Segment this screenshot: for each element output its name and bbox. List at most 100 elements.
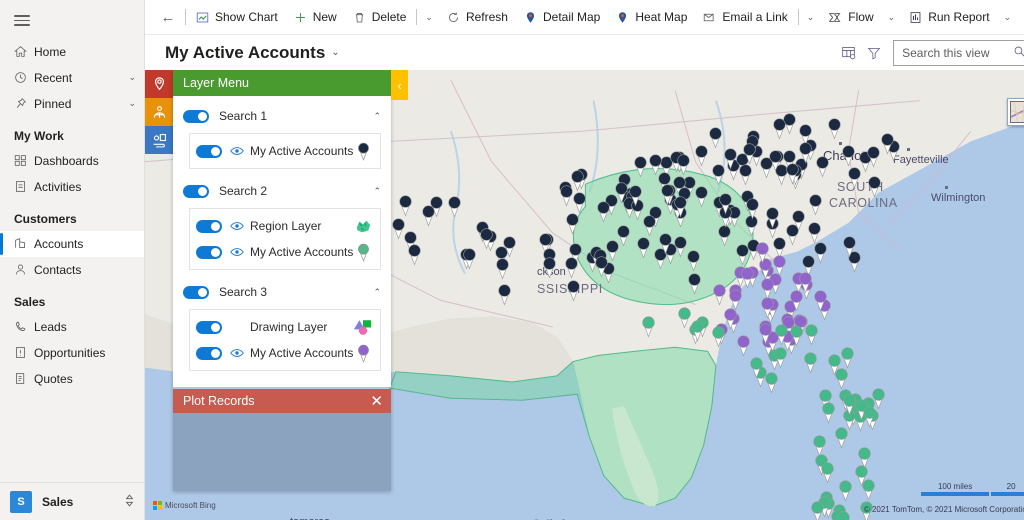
map-pin[interactable] (826, 353, 842, 375)
map-pin[interactable] (826, 117, 842, 139)
map-pin[interactable] (717, 192, 737, 219)
run-report-caret-icon[interactable]: ⌄ (998, 0, 1018, 35)
map-pin[interactable] (737, 163, 758, 191)
map-pin[interactable] (595, 200, 615, 227)
sidebar-item-contacts[interactable]: Contacts (0, 257, 144, 283)
map-pin[interactable] (819, 461, 837, 485)
site-map-toggle[interactable] (0, 0, 144, 39)
map-pin[interactable] (406, 243, 425, 269)
map-pin[interactable] (672, 195, 688, 217)
search-group-1[interactable]: Search 1 ⌃ (183, 102, 381, 130)
map-pin[interactable] (693, 185, 711, 209)
map-pin[interactable] (820, 401, 840, 428)
email-a-link-button[interactable]: Email a Link (695, 0, 795, 35)
chevron-down-icon[interactable]: ⌄ (128, 98, 136, 109)
edit-columns-icon[interactable] (835, 40, 861, 66)
map-pin[interactable] (772, 346, 788, 368)
map-pin[interactable] (615, 224, 635, 251)
search-group-2[interactable]: Search 2 ⌃ (183, 177, 381, 205)
map-pin[interactable] (613, 181, 632, 207)
layer-row[interactable]: My Active Accounts (196, 340, 374, 366)
map-pin[interactable] (685, 249, 701, 270)
layer-menu-collapse-button[interactable]: ‹ (391, 70, 408, 100)
search-1-toggle[interactable] (183, 110, 209, 123)
map-pin[interactable] (802, 351, 818, 373)
map-pin[interactable] (565, 279, 583, 303)
map-pin[interactable] (853, 464, 870, 487)
page-title[interactable]: My Active Accounts (165, 43, 325, 63)
map-pin[interactable] (841, 235, 857, 257)
eye-icon[interactable] (230, 247, 244, 257)
map-pin[interactable] (563, 256, 581, 281)
chevron-up-icon[interactable]: ⌃ (373, 186, 381, 197)
eye-icon[interactable] (230, 348, 244, 358)
map-pin[interactable] (739, 266, 755, 288)
sidebar-item-recent[interactable]: Recent ⌄ (0, 65, 144, 91)
map-pin[interactable] (784, 162, 799, 183)
map-pin[interactable] (812, 289, 829, 312)
map-pin[interactable] (541, 256, 557, 277)
sidebar-item-quotes[interactable]: Quotes (0, 366, 144, 392)
map-pin[interactable] (558, 184, 574, 206)
map-pin[interactable] (865, 145, 883, 169)
map-pin[interactable] (866, 175, 884, 199)
layer-toggle[interactable] (196, 321, 222, 334)
sidebar-item-opportunities[interactable]: Opportunities (0, 340, 144, 366)
search-icon[interactable] (1013, 45, 1024, 61)
map-pin[interactable] (564, 212, 582, 236)
search-group-3[interactable]: Search 3 ⌃ (183, 278, 381, 306)
map-pin[interactable] (797, 271, 814, 294)
eye-icon[interactable] (230, 221, 244, 231)
map-pin[interactable] (764, 206, 781, 229)
people-tab[interactable] (145, 98, 173, 126)
area-switcher[interactable]: S Sales (0, 482, 144, 520)
map-pin[interactable] (686, 272, 707, 300)
map-pin[interactable] (710, 325, 728, 349)
new-button[interactable]: New (286, 0, 345, 35)
refresh-button[interactable]: Refresh (439, 0, 516, 35)
close-icon[interactable]: ✕ (370, 394, 383, 409)
map-pin[interactable] (744, 197, 764, 224)
map-pin[interactable] (841, 393, 858, 416)
sidebar-item-activities[interactable]: Activities (0, 174, 144, 200)
map-pin[interactable] (635, 236, 653, 261)
map-pin[interactable] (478, 227, 495, 251)
flow-button[interactable]: Flow (820, 0, 881, 35)
map-pin[interactable] (803, 323, 822, 349)
map-pin[interactable] (771, 254, 788, 277)
map-pin[interactable] (496, 283, 516, 310)
eye-icon[interactable] (230, 146, 244, 156)
map-pin[interactable] (861, 405, 877, 427)
filter-icon[interactable] (861, 40, 887, 66)
chevron-down-icon[interactable]: ⌄ (331, 47, 339, 58)
map-pin[interactable] (461, 247, 482, 275)
layer-toggle[interactable] (196, 145, 222, 158)
flow-caret-icon[interactable]: ⌄ (882, 0, 902, 35)
map-viewport[interactable]: Charlotte Fayetteville SOUTH CAROLINA Wi… (145, 70, 1024, 520)
search-input[interactable] (902, 46, 1013, 60)
layer-toggle[interactable] (196, 220, 222, 233)
email-caret-icon[interactable]: ⌄ (801, 0, 821, 35)
map-pin[interactable] (676, 306, 696, 333)
map-pin[interactable] (837, 479, 854, 502)
map-pin[interactable] (833, 426, 852, 452)
chevron-down-icon[interactable]: ⌄ (128, 72, 136, 83)
chevron-updown-icon[interactable] (125, 494, 134, 510)
map-pin[interactable] (446, 195, 465, 221)
map-pin[interactable] (397, 194, 413, 216)
territory-pin-tab[interactable] (145, 70, 173, 98)
map-style-icon[interactable] (1007, 98, 1024, 126)
map-pin[interactable] (771, 117, 790, 143)
layer-toggle[interactable] (196, 246, 222, 259)
map-pin[interactable] (754, 241, 771, 264)
map-pin[interactable] (420, 204, 437, 227)
delete-button[interactable]: Delete (345, 0, 415, 35)
layer-row[interactable]: Drawing Layer (196, 314, 374, 340)
map-pin[interactable] (675, 153, 695, 180)
back-arrow-icon[interactable]: ← (153, 9, 183, 26)
map-pin[interactable] (809, 500, 830, 520)
overflow-menu-icon[interactable] (1017, 0, 1024, 35)
delete-caret-icon[interactable]: ⌄ (419, 0, 439, 35)
map-pin[interactable] (812, 241, 827, 262)
search-2-toggle[interactable] (183, 185, 209, 198)
